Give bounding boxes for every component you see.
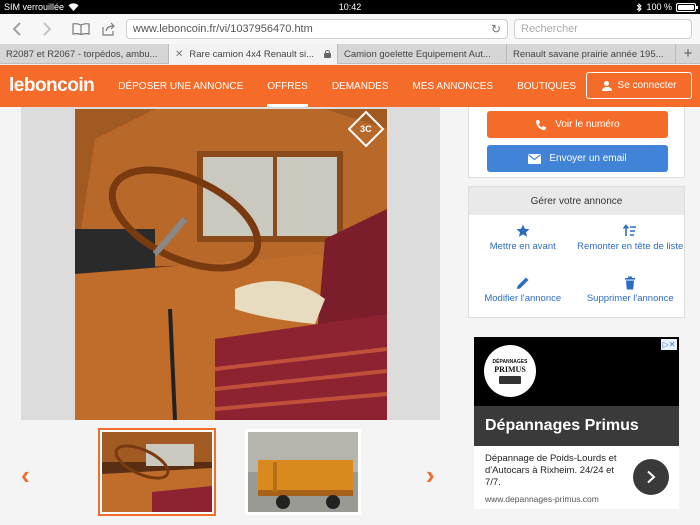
search-input[interactable]: Rechercher xyxy=(514,19,692,39)
browser-tab[interactable]: R2087 et R2067 - torpédos, ambu... xyxy=(0,44,169,64)
envelope-icon xyxy=(528,153,542,164)
nav-offres[interactable]: OFFRES xyxy=(267,65,308,107)
new-tab-button[interactable]: + xyxy=(676,44,700,63)
search-placeholder: Rechercher xyxy=(521,23,578,35)
ad-go-button[interactable] xyxy=(633,459,669,495)
phone-icon xyxy=(536,119,547,130)
ad-url: www.depannages-primus.com xyxy=(485,494,599,504)
listing-content: 3C ‹ › Voir le numéro Envoyer un email G… xyxy=(0,107,700,525)
adchoices-icon[interactable]: ▷✕ xyxy=(661,339,677,350)
browser-tab-active[interactable]: ✕ Rare camion 4x4 Renault si... xyxy=(169,44,338,64)
bump-listing-button[interactable]: Remonter en tête de liste xyxy=(577,215,685,267)
contact-card: Voir le numéro Envoyer un email xyxy=(468,107,685,178)
show-number-button[interactable]: Voir le numéro xyxy=(487,111,668,138)
next-photo-button[interactable]: › xyxy=(426,460,435,491)
book-icon xyxy=(72,23,90,35)
reload-icon[interactable]: ↻ xyxy=(491,22,501,36)
thumbnail-strip: ‹ › xyxy=(0,420,455,525)
tab-bar: R2087 et R2067 - torpédos, ambu... ✕ Rare… xyxy=(0,44,700,64)
bookmarks-button[interactable] xyxy=(70,18,92,40)
login-button[interactable]: Se connecter xyxy=(586,72,692,99)
nav-demandes[interactable]: DEMANDES xyxy=(332,65,389,107)
browser-tab[interactable]: Camion goelette Equipement Aut... xyxy=(338,44,507,64)
clock: 10:42 xyxy=(338,2,362,12)
back-button[interactable] xyxy=(6,18,28,40)
promote-listing-button[interactable]: Mettre en avant xyxy=(469,215,577,267)
site-header: leboncoin DÉPOSER UNE ANNONCE OFFRES DEM… xyxy=(0,65,700,107)
forward-button[interactable] xyxy=(36,18,58,40)
nav-boutiques[interactable]: BOUTIQUES xyxy=(517,65,576,107)
edit-listing-button[interactable]: Modifier l'annonce xyxy=(469,267,577,319)
battery-icon xyxy=(676,2,698,12)
nav-mes-annonces[interactable]: MES ANNONCES xyxy=(413,65,494,107)
ad-description: Dépannage de Poids-Lourds et d'Autocars … xyxy=(485,453,617,488)
chevron-right-icon xyxy=(647,470,656,484)
ad-title: Dépannages Primus xyxy=(474,406,679,446)
manage-listing-panel: Gérer votre annonce Mettre en avant Remo… xyxy=(468,186,685,318)
thumbnail-2-image xyxy=(248,432,358,512)
carrier-label: SIM verrouillée xyxy=(4,2,65,12)
delete-listing-button[interactable]: Supprimer l'annonce xyxy=(577,267,685,319)
site-logo[interactable]: leboncoin xyxy=(9,75,95,97)
prev-photo-button[interactable]: ‹ xyxy=(21,460,30,491)
tow-truck-icon xyxy=(499,375,521,384)
main-photo[interactable]: 3C xyxy=(75,109,387,420)
ad-logo: DÉPANNAGES PRIMUS xyxy=(484,345,536,397)
user-icon xyxy=(601,80,612,91)
truck-interior-photo xyxy=(75,109,387,420)
nav-deposer[interactable]: DÉPOSER UNE ANNONCE xyxy=(118,65,243,107)
browser-toolbar: www.leboncoin.fr/vi/1037956470.htm ↻ Rec… xyxy=(0,14,700,44)
share-button[interactable] xyxy=(98,18,120,40)
thumbnail-1-image xyxy=(102,432,212,512)
ad-banner[interactable]: DÉPANNAGES PRIMUS ▷✕ Dépannages Primus D… xyxy=(474,337,679,509)
show-number-label: Voir le numéro xyxy=(555,119,620,130)
wifi-icon xyxy=(68,3,79,11)
send-email-label: Envoyer un email xyxy=(549,153,627,164)
status-bar: SIM verrouillée 10:42 100 % xyxy=(0,0,700,14)
battery-percent: 100 % xyxy=(646,2,672,12)
share-icon xyxy=(102,22,115,36)
manage-title: Gérer votre annonce xyxy=(469,187,684,215)
login-label: Se connecter xyxy=(617,80,677,91)
send-email-button[interactable]: Envoyer un email xyxy=(487,145,668,172)
photo-gallery: 3C xyxy=(21,107,440,420)
thumbnail-1[interactable] xyxy=(98,428,216,516)
close-tab-icon[interactable]: ✕ xyxy=(175,49,183,60)
bluetooth-icon xyxy=(637,2,643,12)
thumbnail-2[interactable] xyxy=(245,429,361,515)
trash-icon xyxy=(625,276,636,290)
ad-image: DÉPANNAGES PRIMUS ▷✕ xyxy=(474,337,679,406)
star-icon xyxy=(516,224,530,237)
sort-up-icon xyxy=(623,224,637,236)
lock-icon xyxy=(324,50,331,58)
address-bar[interactable]: www.leboncoin.fr/vi/1037956470.htm ↻ xyxy=(126,19,508,39)
pencil-icon xyxy=(516,277,529,289)
browser-tab[interactable]: Renault savane prairie année 195... xyxy=(507,44,676,64)
url-text: www.leboncoin.fr/vi/1037956470.htm xyxy=(133,23,313,35)
main-nav: DÉPOSER UNE ANNONCE OFFRES DEMANDES MES … xyxy=(118,65,600,107)
